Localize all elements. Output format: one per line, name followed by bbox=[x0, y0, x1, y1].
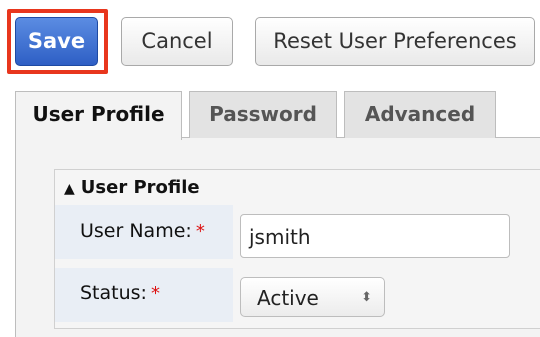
cancel-button[interactable]: Cancel bbox=[121, 17, 233, 66]
status-label-text: Status: bbox=[80, 282, 147, 304]
status-label: Status: * bbox=[80, 282, 160, 304]
status-select[interactable]: Active ⬍ bbox=[240, 277, 385, 317]
save-button[interactable]: Save bbox=[15, 17, 98, 66]
section-header[interactable]: ▲ User Profile bbox=[64, 172, 200, 204]
status-select-value: Active bbox=[257, 286, 319, 310]
required-asterisk: * bbox=[150, 283, 160, 304]
required-asterisk: * bbox=[195, 221, 205, 242]
updown-arrows-icon: ⬍ bbox=[361, 290, 372, 305]
username-label-text: User Name: bbox=[80, 220, 192, 242]
tab-user-profile[interactable]: User Profile bbox=[15, 91, 182, 140]
reset-user-preferences-button[interactable]: Reset User Preferences bbox=[255, 17, 535, 66]
tab-password[interactable]: Password bbox=[189, 91, 337, 138]
tab-advanced[interactable]: Advanced bbox=[344, 91, 496, 138]
double-chevron-up-icon[interactable]: ▲ bbox=[64, 181, 75, 197]
username-label: User Name: * bbox=[80, 220, 205, 242]
section-title: User Profile bbox=[80, 177, 200, 198]
username-field[interactable]: jsmith bbox=[240, 214, 510, 258]
